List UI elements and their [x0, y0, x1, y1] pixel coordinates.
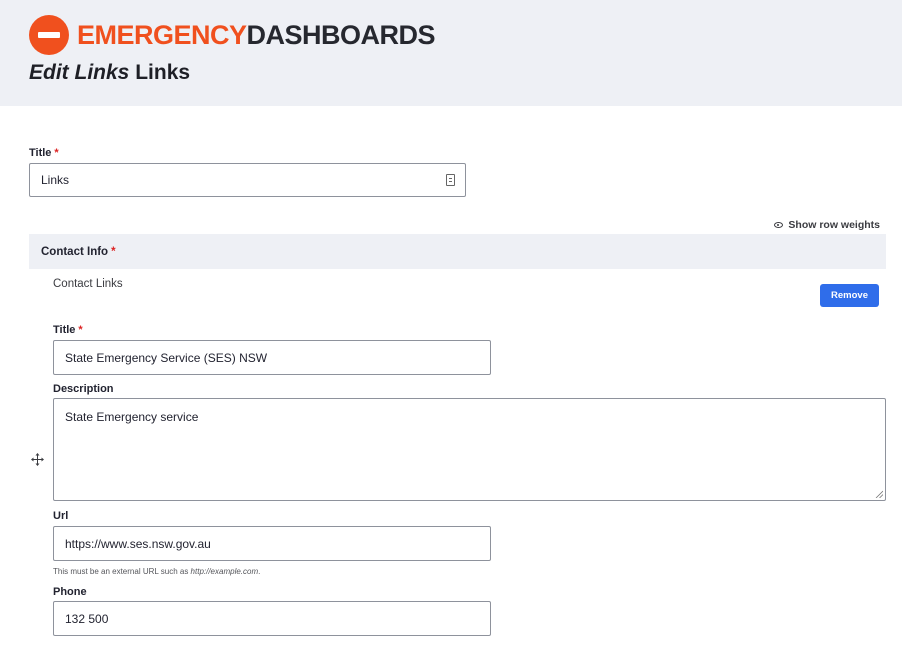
show-row-weights-button[interactable]: Show row weights	[774, 219, 880, 231]
contact-title-input[interactable]: State Emergency Service (SES) NSW	[53, 340, 491, 375]
contact-info-header: Contact Info *	[29, 234, 886, 269]
contact-links-subtitle: Contact Links	[53, 278, 123, 290]
phone-input[interactable]: 132 500	[53, 601, 491, 636]
remove-button[interactable]: Remove	[820, 284, 879, 307]
url-label: Url	[53, 510, 69, 522]
contact-title-label: Title *	[53, 324, 83, 336]
required-marker: *	[111, 245, 116, 258]
url-help-text: This must be an external URL such as htt…	[53, 567, 261, 576]
drag-move-icon[interactable]	[31, 453, 44, 466]
minus-circle-icon	[29, 15, 69, 55]
description-textarea[interactable]: State Emergency service	[53, 398, 886, 501]
eye-icon	[774, 222, 784, 228]
resize-grip-icon[interactable]	[875, 490, 883, 498]
site-header: EMERGENCYDASHBOARDS Edit Links Links	[0, 0, 902, 106]
page-title: Edit Links Links	[29, 61, 191, 84]
form-field-icon[interactable]	[446, 174, 455, 186]
title-input[interactable]: Links	[29, 163, 466, 197]
brand-logo[interactable]: EMERGENCYDASHBOARDS	[29, 15, 436, 55]
description-label: Description	[53, 383, 114, 395]
required-marker: *	[54, 147, 59, 159]
url-input[interactable]: https://www.ses.nsw.gov.au	[53, 526, 491, 561]
phone-label: Phone	[53, 586, 87, 598]
required-marker: *	[78, 324, 83, 336]
brand-name: EMERGENCYDASHBOARDS	[77, 20, 436, 50]
title-label: Title *	[29, 147, 59, 159]
